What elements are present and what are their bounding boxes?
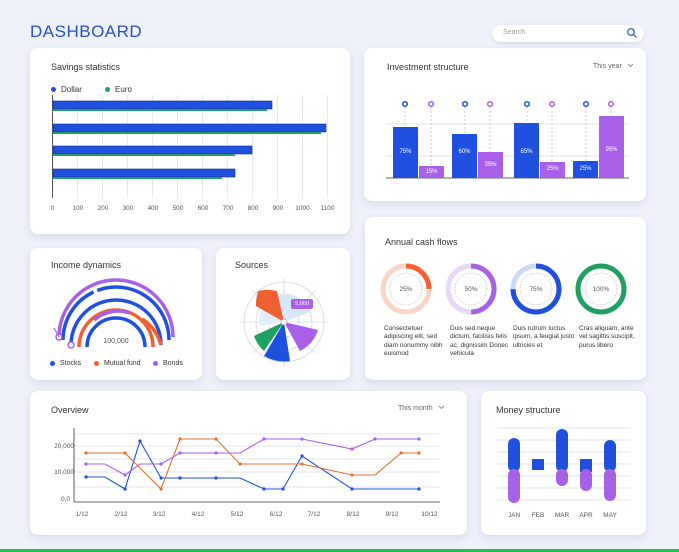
- cashflow-text-1: Consectetuer adipiscing elit, sed diam n…: [384, 325, 443, 358]
- xtick: 300: [122, 205, 134, 212]
- xtick: 400: [147, 205, 159, 212]
- inv-label: 85%: [520, 149, 533, 155]
- overview-series-orange: [86, 438, 419, 490]
- income-center-value: 100,000: [103, 338, 129, 345]
- xtick: 700: [222, 205, 234, 212]
- xtick: 9/12: [385, 511, 399, 518]
- sources-card: Sources 5,000: [216, 248, 350, 380]
- search-icon[interactable]: [626, 27, 638, 39]
- income-card: Income dynamics 100,000 Stocks Mutual fu…: [30, 248, 202, 380]
- savings-card: Savings statistics Dollar Euro 0 100 200…: [30, 48, 350, 234]
- bar-euro-2: [53, 132, 321, 134]
- search-placeholder: Search: [503, 29, 526, 36]
- money-bar-purple-mar: [556, 469, 568, 486]
- money-bar-blue-mar: [556, 429, 568, 472]
- overview-series-blue: [86, 439, 419, 490]
- sources-polar-chart: [240, 278, 328, 366]
- bar-euro-4: [53, 177, 222, 179]
- search-input[interactable]: Search: [492, 25, 644, 42]
- legend-label: Stocks: [60, 360, 82, 367]
- xtick: 600: [197, 205, 209, 212]
- cashflow-pct-2: 50%: [464, 286, 478, 293]
- legend-dot: [153, 361, 158, 366]
- xtick: JAN: [507, 512, 521, 519]
- inv-label: 25%: [579, 166, 592, 172]
- sources-badge-value: 5,000: [295, 301, 309, 307]
- xtick: FEB: [531, 512, 545, 519]
- overview-series-purple: [86, 438, 419, 476]
- xtick: 100: [72, 205, 84, 212]
- page-title: DASHBOARD: [30, 22, 143, 41]
- legend-label: Mutual fund: [104, 360, 141, 367]
- money-bar-purple-jan: [508, 469, 520, 503]
- legend-stocks: Stocks: [50, 360, 81, 367]
- cashflow-pct-3: 75%: [529, 286, 543, 293]
- xtick: 4/12: [191, 511, 205, 518]
- money-bar-purple-may: [604, 469, 616, 501]
- xtick: 1/12: [75, 511, 89, 518]
- money-bar-blue-may: [604, 440, 616, 472]
- investment-card: Investment structure This year 75% 15% 6…: [364, 48, 646, 201]
- money-card: Money structure JAN FEB MAR APR MAY: [481, 391, 646, 535]
- xtick: APR: [579, 512, 593, 519]
- bar-dollar-3: [52, 145, 253, 155]
- xtick: 3/12: [152, 511, 166, 518]
- bar-euro-1: [53, 109, 267, 111]
- xtick: 7/12: [307, 511, 321, 518]
- money-bar-blue-feb: [532, 459, 544, 470]
- cashflow-pct-1: 25%: [399, 286, 413, 293]
- bar-euro-3: [53, 154, 235, 156]
- xtick: 800: [247, 205, 259, 212]
- legend-dot: [94, 361, 99, 366]
- inv-label: 25%: [546, 166, 559, 172]
- inv-bar-blue-2: [452, 134, 477, 178]
- cashflow-text-2: Duis sed neque dictum, facilisis felis a…: [450, 325, 509, 358]
- bar-dollar-2: [52, 123, 327, 133]
- xtick: 0: [50, 205, 55, 212]
- bar-dollar-1: [52, 100, 273, 110]
- inv-label: 15%: [425, 169, 438, 175]
- cashflow-text-3: Duis rutrum luctus ipsum, a feugiat just…: [513, 325, 575, 349]
- inv-label: 75%: [399, 149, 412, 155]
- cashflow-text-4: Cras aliquam, ante vel sagittis suscipit…: [579, 325, 635, 349]
- investment-chart: [386, 100, 629, 179]
- legend-bonds: Bonds: [153, 360, 183, 367]
- xtick: 5/12: [230, 511, 244, 518]
- xtick: MAR: [554, 512, 570, 519]
- cashflows-card: Annual cash flows 25% Consectetuer adipi…: [365, 217, 646, 380]
- xtick: 1000: [295, 205, 310, 212]
- xtick: 900: [272, 205, 284, 212]
- money-bar-blue-jan: [508, 438, 520, 472]
- cashflows-title: Annual cash flows: [385, 237, 458, 247]
- overview-card: Overview This month 20,000 10,000 0,0 1/…: [30, 391, 467, 535]
- xtick: 8/12: [346, 511, 360, 518]
- money-bar-purple-apr: [580, 469, 592, 491]
- xtick: 1100: [320, 205, 335, 212]
- polar-slice-purple: [284, 322, 318, 351]
- bar-dollar-4: [52, 168, 236, 178]
- xtick: 10/12: [421, 511, 438, 518]
- xtick: 2/12: [114, 511, 128, 518]
- inv-label: 60%: [458, 149, 471, 155]
- legend-label: Bonds: [163, 360, 183, 367]
- legend-mutual-fund: Mutual fund: [94, 360, 141, 367]
- cashflow-pct-4: 100%: [592, 286, 610, 293]
- xtick: MAY: [603, 512, 617, 519]
- xtick: 6/12: [269, 511, 283, 518]
- xtick: 200: [97, 205, 109, 212]
- inv-label: 95%: [605, 147, 618, 153]
- xtick: 500: [172, 205, 184, 212]
- inv-label: 35%: [484, 162, 497, 168]
- legend-dot: [50, 361, 55, 366]
